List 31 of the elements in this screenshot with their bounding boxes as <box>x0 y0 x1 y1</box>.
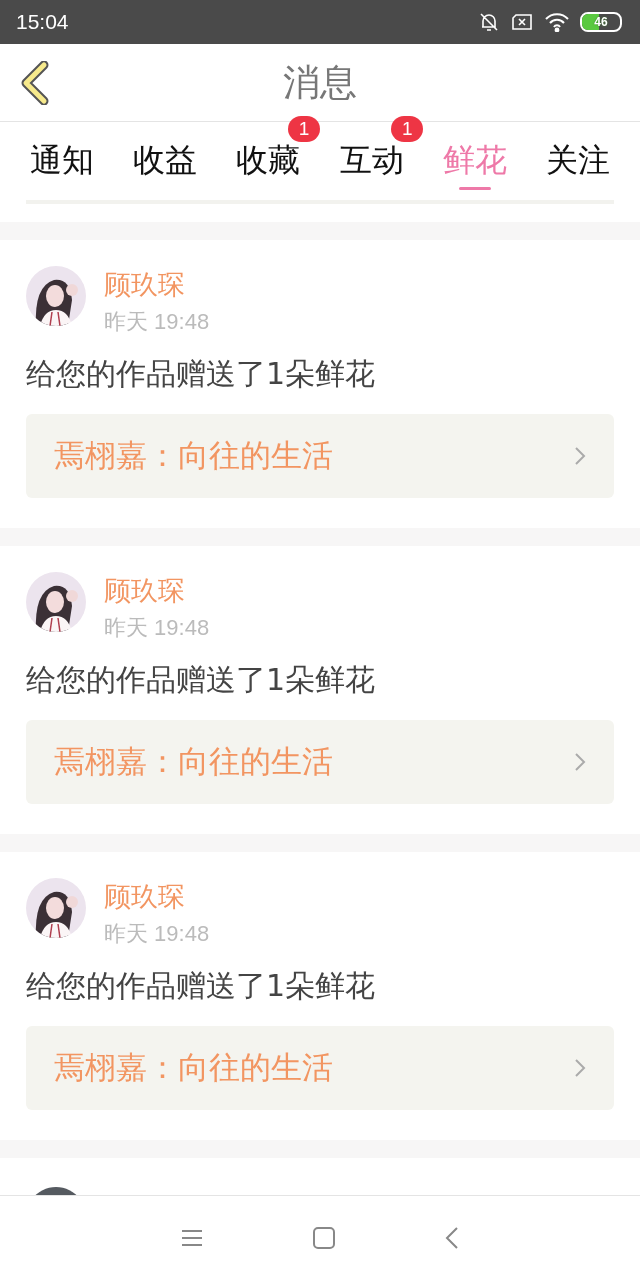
work-link[interactable]: 焉栩嘉：向往的生活 <box>26 414 614 498</box>
message-text: 给您的作品赠送了1朵鲜花 <box>26 661 377 699</box>
chevron-right-icon <box>574 1058 586 1078</box>
bell-muted-icon <box>478 11 500 33</box>
count-badge: 1 <box>391 116 424 142</box>
message-time: 昨天 19:48 <box>104 310 210 334</box>
sender-name[interactable]: 顾玖琛 <box>104 576 210 606</box>
status-time: 15:04 <box>16 10 69 34</box>
message-text: 给您的作品赠送了1朵鲜花 <box>26 355 377 393</box>
message-time: 昨天 19:48 <box>104 922 210 946</box>
tab[interactable]: 互动 <box>339 139 404 183</box>
tab[interactable]: 通知 <box>29 139 94 183</box>
tab[interactable]: 收益 <box>133 139 197 183</box>
work-link[interactable]: 焉栩嘉：向往的生活 <box>26 1026 614 1110</box>
message-time: 昨天 19:48 <box>104 616 210 640</box>
chevron-right-icon <box>574 446 586 466</box>
tab[interactable]: 收藏 <box>236 139 301 183</box>
tab[interactable]: 关注 <box>546 139 611 183</box>
sender-name[interactable]: 顾玖琛 <box>104 270 210 300</box>
work-link[interactable]: 焉栩嘉：向往的生活 <box>26 720 614 804</box>
menu-icon[interactable] <box>181 1228 203 1248</box>
count-badge: 1 <box>288 116 320 142</box>
home-icon[interactable] <box>313 1227 335 1249</box>
page-title: 消息 <box>283 59 357 106</box>
wifi-icon <box>544 12 570 32</box>
tab[interactable]: 鲜花 <box>443 139 507 183</box>
sender-name[interactable]: 顾玖琛 <box>104 882 210 912</box>
sim-card-icon <box>510 12 534 32</box>
back-nav-icon[interactable] <box>445 1226 459 1250</box>
message-text: 给您的作品赠送了1朵鲜花 <box>26 967 377 1005</box>
chevron-right-icon <box>574 752 586 772</box>
